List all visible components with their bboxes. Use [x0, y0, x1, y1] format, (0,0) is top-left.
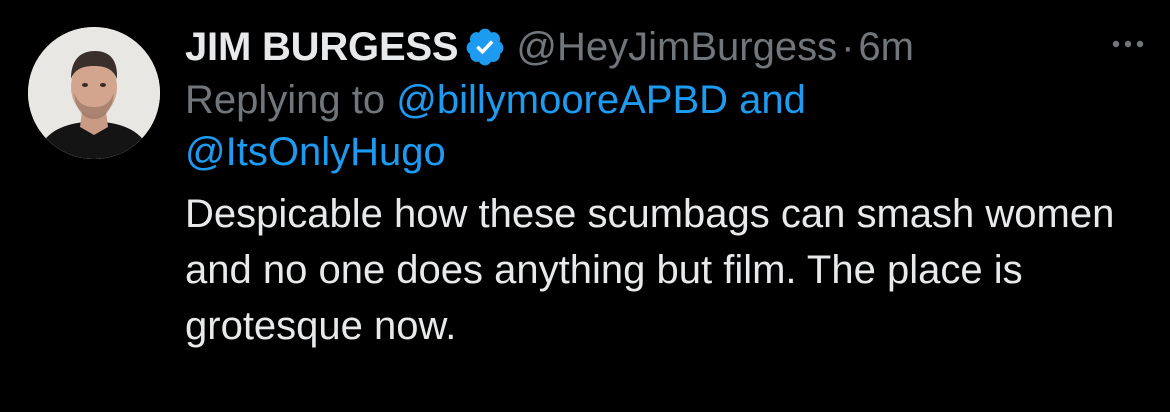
tweet[interactable]: JIM BURGESS @HeyJimBurgess · 6m Replying…	[0, 0, 1170, 412]
avatar[interactable]	[28, 27, 160, 159]
replying-to-label: Replying to	[185, 78, 397, 122]
author-display-name[interactable]: JIM BURGESS	[185, 25, 459, 70]
verified-badge-icon[interactable]	[464, 26, 506, 68]
mention-link[interactable]: @ItsOnlyHugo	[185, 130, 446, 174]
more-options-icon[interactable]	[1108, 34, 1148, 54]
author-handle[interactable]: @HeyJimBurgess	[516, 25, 837, 70]
tweet-content: JIM BURGESS @HeyJimBurgess · 6m Replying…	[185, 22, 1145, 354]
tweet-text: Despicable how these scumbags can smash …	[185, 192, 1115, 348]
timestamp[interactable]: 6m	[858, 25, 914, 70]
mention-link[interactable]: @billymooreAPBD	[396, 78, 728, 122]
replying-to: Replying to @billymooreAPBD and @ItsOnly…	[185, 74, 1145, 178]
tweet-header: JIM BURGESS @HeyJimBurgess · 6m	[185, 22, 1145, 72]
reply-conjunction[interactable]: and	[728, 78, 806, 122]
separator-dot: ·	[841, 24, 855, 69]
